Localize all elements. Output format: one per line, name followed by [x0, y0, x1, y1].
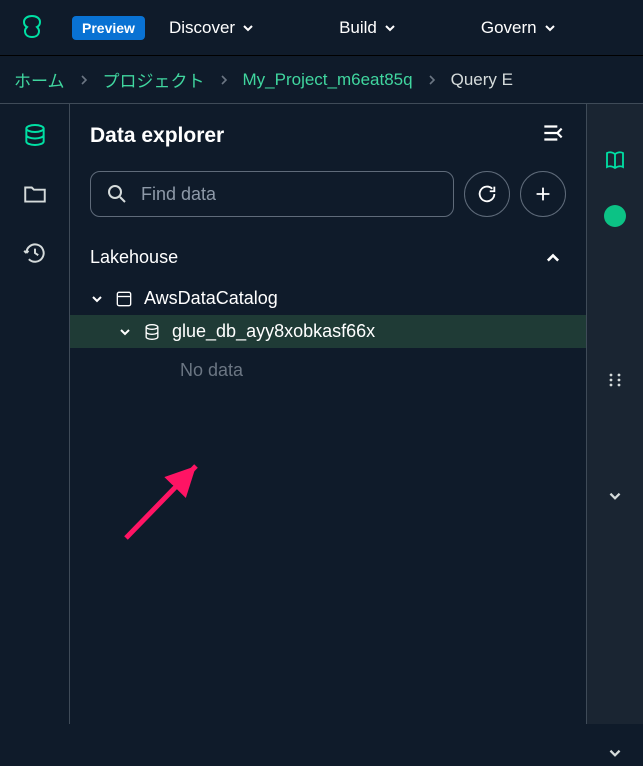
add-button[interactable] — [520, 171, 566, 217]
chevron-right-icon — [219, 72, 229, 88]
catalog-icon — [114, 289, 134, 309]
data-explorer-panel: Data explorer Lakehouse — [70, 104, 587, 724]
nav-discover-label: Discover — [169, 18, 235, 38]
expand-section-icon[interactable] — [607, 488, 623, 509]
search-icon — [105, 182, 129, 206]
chevron-down-icon — [543, 21, 557, 35]
main-area: Data explorer Lakehouse — [0, 104, 643, 724]
no-data-label: No data — [70, 348, 586, 387]
preview-badge: Preview — [72, 16, 145, 40]
collapse-panel-icon[interactable] — [540, 120, 566, 151]
nav-govern-label: Govern — [481, 18, 537, 38]
lakehouse-section-header[interactable]: Lakehouse — [70, 235, 586, 280]
left-icon-rail — [0, 104, 70, 724]
nav-discover[interactable]: Discover — [169, 18, 255, 38]
search-controls — [70, 155, 586, 235]
database-icon — [142, 322, 162, 342]
lakehouse-label: Lakehouse — [90, 247, 178, 268]
expand-section-icon-2[interactable] — [607, 745, 623, 766]
drag-handle-icon[interactable] — [606, 371, 624, 394]
tree-row-database[interactable]: glue_db_ayy8xobkasf66x — [70, 315, 586, 348]
database-label: glue_db_ayy8xobkasf66x — [172, 321, 375, 342]
data-icon[interactable] — [22, 122, 48, 153]
breadcrumb: ホーム プロジェクト My_Project_m6eat85q Query E — [0, 56, 643, 104]
plus-icon — [532, 183, 554, 205]
panel-title: Data explorer — [90, 124, 224, 148]
book-icon[interactable] — [603, 148, 627, 177]
tree: AwsDataCatalog glue_db_ayy8xobkasf66x No… — [70, 280, 586, 387]
chevron-down-icon — [118, 325, 132, 339]
catalog-label: AwsDataCatalog — [144, 288, 278, 309]
nav-build[interactable]: Build — [339, 18, 397, 38]
chevron-down-icon — [90, 292, 104, 306]
breadcrumb-current: Query E — [451, 70, 513, 90]
chevron-right-icon — [427, 72, 437, 88]
nav-build-label: Build — [339, 18, 377, 38]
panel-header: Data explorer — [70, 104, 586, 155]
breadcrumb-my-project[interactable]: My_Project_m6eat85q — [243, 70, 413, 90]
chevron-up-icon — [544, 249, 562, 267]
app-logo-icon — [16, 12, 48, 44]
chevron-down-icon — [383, 21, 397, 35]
right-icon-rail — [587, 104, 643, 724]
topbar: Preview Discover Build Govern — [0, 0, 643, 56]
status-indicator[interactable] — [604, 205, 626, 227]
breadcrumb-project[interactable]: プロジェクト — [103, 67, 205, 92]
refresh-button[interactable] — [464, 171, 510, 217]
refresh-icon — [476, 183, 498, 205]
search-input[interactable] — [141, 184, 439, 205]
history-icon[interactable] — [22, 240, 48, 271]
breadcrumb-home[interactable]: ホーム — [14, 67, 65, 92]
chevron-right-icon — [79, 72, 89, 88]
search-input-wrapper[interactable] — [90, 171, 454, 217]
tree-row-catalog[interactable]: AwsDataCatalog — [70, 282, 586, 315]
folder-icon[interactable] — [22, 181, 48, 212]
chevron-down-icon — [241, 21, 255, 35]
nav-govern[interactable]: Govern — [481, 18, 557, 38]
